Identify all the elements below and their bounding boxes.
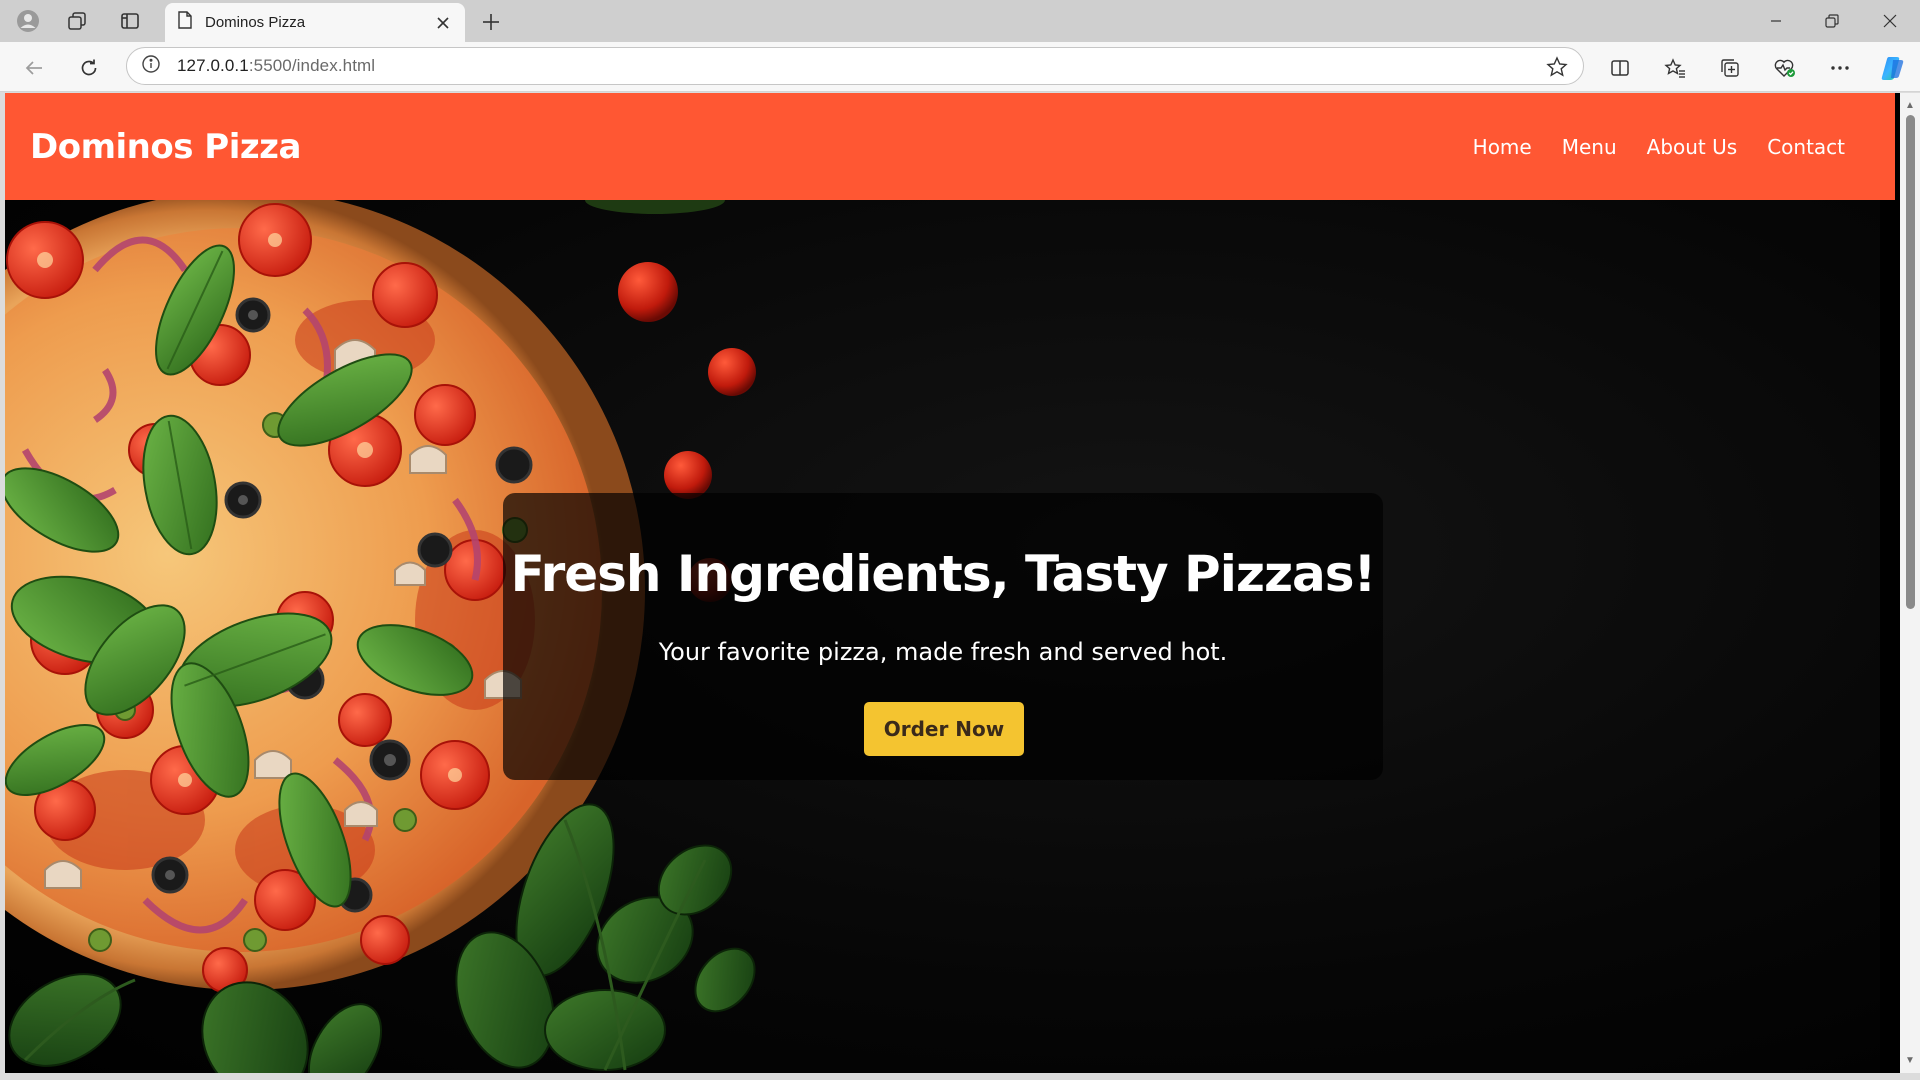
- nav-home[interactable]: Home: [1473, 135, 1532, 159]
- plus-icon[interactable]: [477, 8, 505, 36]
- tab-actions-icon[interactable]: [116, 7, 144, 35]
- back-arrow-icon[interactable]: [18, 52, 50, 84]
- restore-icon[interactable]: [1804, 0, 1860, 42]
- copilot-icon[interactable]: [1876, 52, 1908, 84]
- close-icon[interactable]: [1862, 0, 1918, 42]
- tab-title: Dominos Pizza: [205, 14, 306, 31]
- collections-icon[interactable]: [1714, 52, 1746, 84]
- star-icon[interactable]: [1545, 55, 1569, 79]
- close-icon[interactable]: [433, 13, 453, 33]
- address-bar-row: 127.0.0.1:5500/index.html: [0, 42, 1920, 92]
- nav-about-us[interactable]: About Us: [1647, 135, 1738, 159]
- hero-headline: Fresh Ingredients, Tasty Pizzas!: [510, 545, 1377, 603]
- scroll-thumb[interactable]: [1906, 115, 1915, 609]
- minimize-icon[interactable]: [1748, 0, 1804, 42]
- page-icon: [177, 11, 193, 34]
- info-icon[interactable]: [141, 54, 161, 79]
- nav-menu[interactable]: Menu: [1562, 135, 1617, 159]
- refresh-icon[interactable]: [73, 52, 105, 84]
- heart-pulse-icon[interactable]: [1769, 52, 1801, 84]
- scroll-down-arrow-icon[interactable]: ▼: [1905, 1056, 1915, 1066]
- hero-section: Fresh Ingredients, Tasty Pizzas! Your fa…: [5, 200, 1880, 1073]
- split-screen-icon[interactable]: [1604, 52, 1636, 84]
- url-input[interactable]: 127.0.0.1:5500/index.html: [126, 47, 1584, 85]
- workspaces-icon[interactable]: [63, 7, 91, 35]
- nav-contact[interactable]: Contact: [1767, 135, 1845, 159]
- profile-icon[interactable]: [14, 7, 42, 35]
- brand-logo[interactable]: Dominos Pizza: [30, 127, 301, 167]
- site-header: Dominos Pizza Home Menu About Us Contact: [5, 93, 1895, 200]
- url-text: 127.0.0.1:5500/index.html: [177, 56, 376, 75]
- scroll-up-arrow-icon[interactable]: ▲: [1905, 101, 1915, 111]
- hero-subline: Your favorite pizza, made fresh and serv…: [658, 638, 1228, 666]
- main-nav: Home Menu About Us Contact: [1473, 135, 1845, 159]
- hero-card: Fresh Ingredients, Tasty Pizzas! Your fa…: [503, 493, 1383, 780]
- page-viewport: Dominos Pizza Home Menu About Us Contact: [5, 93, 1900, 1073]
- browser-tab-bar: Dominos Pizza: [0, 0, 1920, 42]
- browser-tab[interactable]: Dominos Pizza: [165, 3, 465, 42]
- more-icon[interactable]: [1824, 52, 1856, 84]
- order-now-button[interactable]: Order Now: [864, 702, 1024, 756]
- window-bottom-edge: [0, 1073, 1920, 1080]
- favorites-icon[interactable]: [1659, 52, 1691, 84]
- page-scrollbar[interactable]: ▲ ▼: [1900, 93, 1920, 1073]
